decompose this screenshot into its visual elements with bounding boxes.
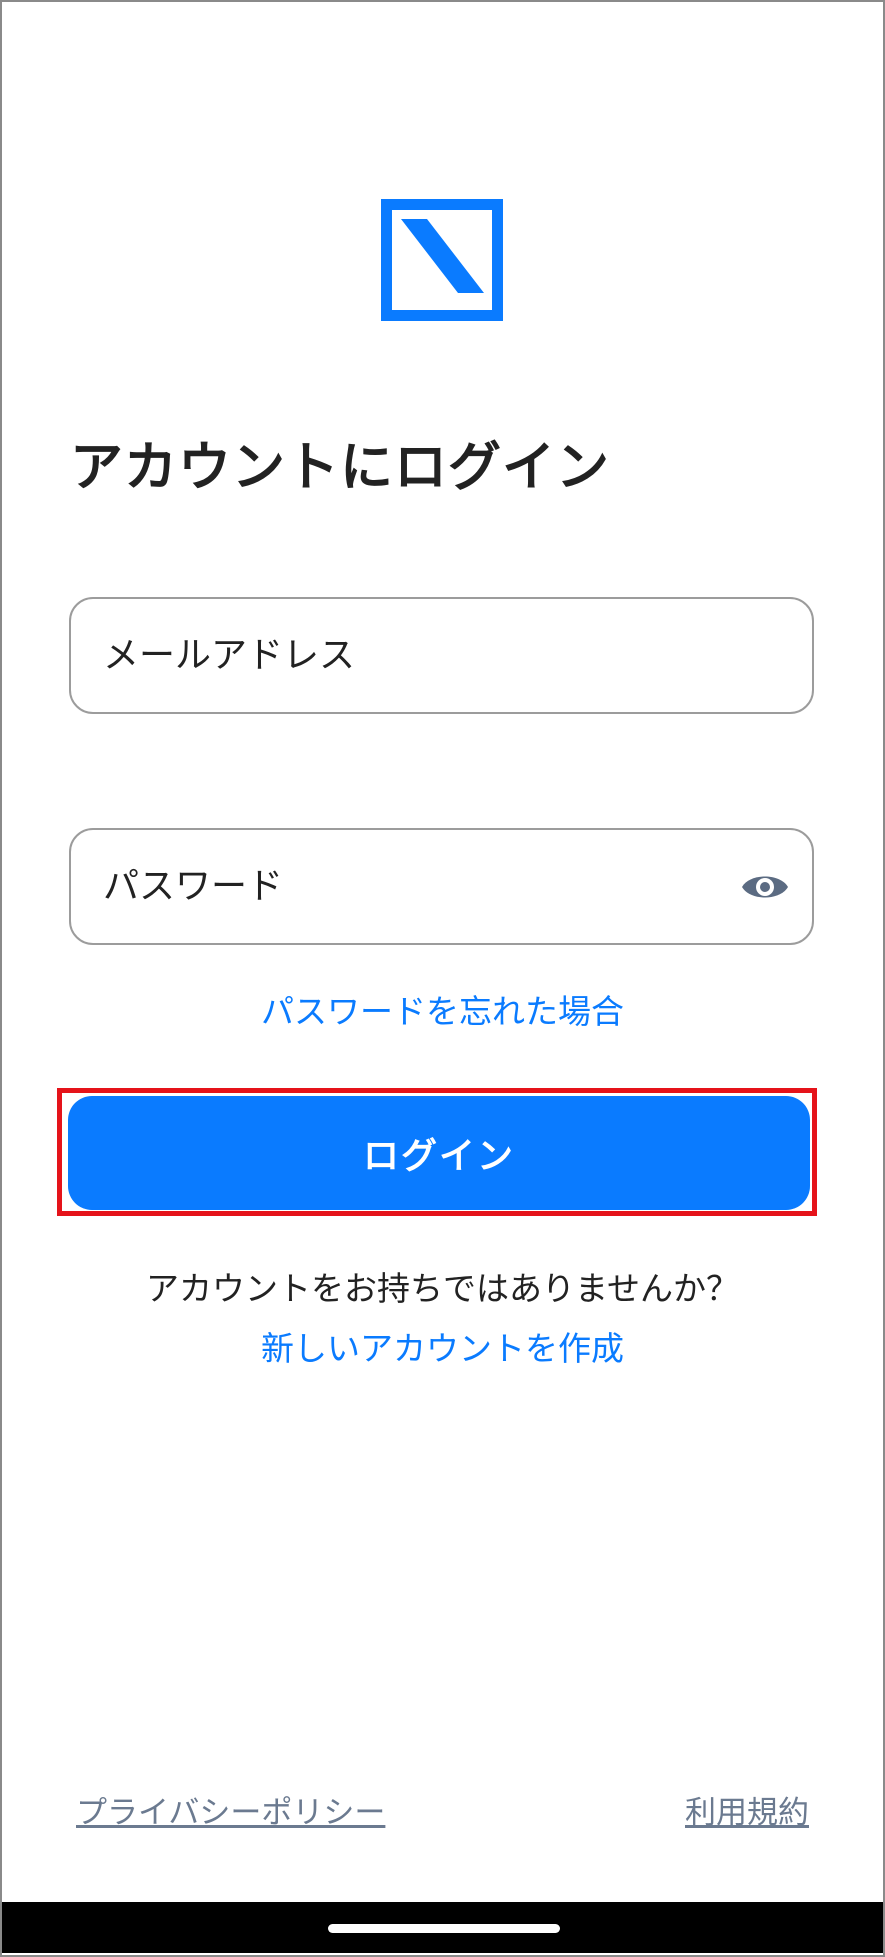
email-field[interactable] [69,597,814,714]
forgot-password-link[interactable]: パスワードを忘れた場合 [0,985,885,1033]
eye-icon[interactable] [740,862,790,912]
terms-of-use-link[interactable]: 利用規約 [685,1787,809,1832]
home-indicator[interactable] [328,1924,560,1933]
system-navigation-bar [2,1902,883,1953]
email-input[interactable] [103,599,743,712]
password-field[interactable] [69,828,814,945]
login-button[interactable]: ログイン [68,1096,810,1210]
app-logo [381,199,503,321]
password-input[interactable] [103,830,743,943]
create-account-link[interactable]: 新しいアカウントを作成 [0,1322,885,1370]
page-title: アカウントにログイン [70,437,610,498]
privacy-policy-link[interactable]: プライバシーポリシー [76,1787,385,1832]
no-account-prompt: アカウントをお持ちではありませんか？ [145,1269,739,1308]
